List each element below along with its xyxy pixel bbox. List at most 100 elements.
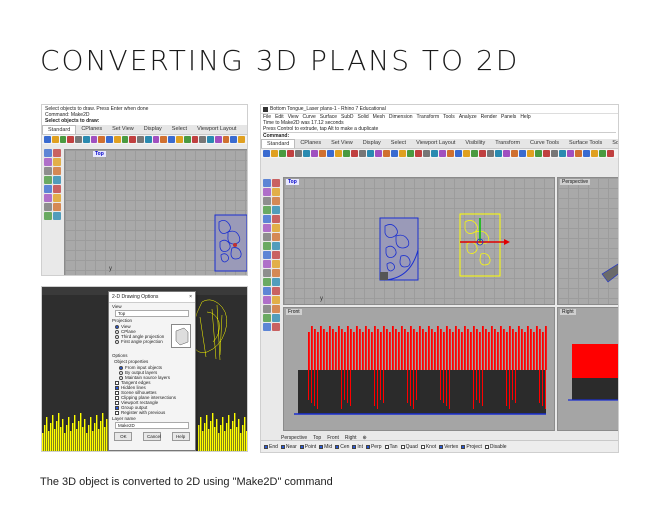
side-tool-icon[interactable] <box>263 188 271 196</box>
toolbar-tool-icon[interactable] <box>487 150 494 157</box>
tab-cplanes[interactable]: CPlanes <box>295 139 326 148</box>
radio-button[interactable] <box>115 324 119 329</box>
osnap-cen[interactable]: Cen <box>335 444 349 450</box>
toolbar-tool-icon[interactable] <box>359 150 366 157</box>
radio-button[interactable] <box>119 370 123 375</box>
side-tool-icon[interactable] <box>44 185 52 193</box>
toolbar-tool-icon[interactable] <box>222 136 230 143</box>
menu-item-mesh[interactable]: Mesh <box>373 114 385 120</box>
viewport-perspective[interactable]: Perspective <box>557 177 618 305</box>
side-tool-icon[interactable] <box>44 149 52 157</box>
toolbar-tool-icon[interactable] <box>471 150 478 157</box>
side-tool-icon[interactable] <box>272 197 280 205</box>
menu-item-transform[interactable]: Transform <box>417 114 440 120</box>
side-tool-icon[interactable] <box>272 287 280 295</box>
radio-button[interactable] <box>119 365 123 370</box>
toolbar-tool-icon[interactable] <box>191 136 199 143</box>
checkbox[interactable] <box>335 444 340 449</box>
checkbox[interactable] <box>384 444 389 449</box>
toolbar-tool-icon[interactable] <box>263 150 270 157</box>
side-tool-icon[interactable] <box>263 305 271 313</box>
side-tool-icon[interactable] <box>272 233 280 241</box>
side-tool-icon[interactable] <box>272 260 280 268</box>
side-tool-icon[interactable] <box>263 278 271 286</box>
osnap-int[interactable]: Int <box>352 444 363 450</box>
toolbar-tool-icon[interactable] <box>113 136 121 143</box>
osnap-knot[interactable]: Knot <box>420 444 436 450</box>
side-tool-icon[interactable] <box>263 260 271 268</box>
menu-item-panels[interactable]: Panels <box>501 114 516 120</box>
toolbar-tool-icon[interactable] <box>399 150 406 157</box>
side-tool-icon[interactable] <box>44 158 52 166</box>
side-tool-icon[interactable] <box>263 269 271 277</box>
toolbar-tool-icon[interactable] <box>479 150 486 157</box>
command-prompt[interactable]: Command: <box>263 132 616 139</box>
radio-button[interactable] <box>115 334 119 339</box>
side-tool-icon[interactable] <box>272 296 280 304</box>
toolbar-tool-icon[interactable] <box>415 150 422 157</box>
toolbar-tool-icon[interactable] <box>238 136 245 143</box>
side-tool-icon[interactable] <box>263 206 271 214</box>
side-tool-icon[interactable] <box>272 323 280 331</box>
tab-standard[interactable]: Standard <box>261 139 296 148</box>
toolbar-tool-icon[interactable] <box>607 150 614 157</box>
osnap-perp[interactable]: Perp <box>365 444 382 450</box>
menu-item-render[interactable]: Render <box>481 114 497 120</box>
toolbar-tool-icon[interactable] <box>599 150 606 157</box>
toolbar-tool-icon[interactable] <box>511 150 518 157</box>
side-tool-icon[interactable] <box>53 185 61 193</box>
toolbar-tool-icon[interactable] <box>311 150 318 157</box>
side-tool-icon[interactable] <box>44 203 52 211</box>
toolbar-tool-icon[interactable] <box>575 150 582 157</box>
viewport-top[interactable]: Top y <box>283 177 555 305</box>
toolbar-tool-icon[interactable] <box>303 150 310 157</box>
toolbar-tool-icon[interactable] <box>271 150 278 157</box>
toolbar-tool-icon[interactable] <box>375 150 382 157</box>
side-tool-icon[interactable] <box>263 242 271 250</box>
toolbar-tool-icon[interactable] <box>495 150 502 157</box>
side-tool-icon[interactable] <box>44 212 52 220</box>
tab-set-view[interactable]: Set View <box>326 139 358 148</box>
checkbox[interactable] <box>365 444 370 449</box>
tab-select[interactable]: Select <box>167 125 192 134</box>
toolbar-tool-icon[interactable] <box>67 136 75 143</box>
tab-select[interactable]: Select <box>386 139 411 148</box>
toolbar-tool-icon[interactable] <box>287 150 294 157</box>
tab-viewport-layout[interactable]: Viewport Layout <box>411 139 460 148</box>
checkbox[interactable] <box>319 444 324 449</box>
toolbar-tool-icon[interactable] <box>535 150 542 157</box>
toolbar-tool-icon[interactable] <box>551 150 558 157</box>
side-tool-icon[interactable] <box>53 158 61 166</box>
top-view-drawings[interactable]: y <box>284 178 556 306</box>
radio-button[interactable] <box>115 339 119 344</box>
checkbox[interactable] <box>115 405 119 410</box>
checkbox[interactable] <box>264 444 268 449</box>
ok-button[interactable]: OK <box>114 432 133 441</box>
command-prompt[interactable]: Select objects to draw: <box>45 118 244 124</box>
checkbox[interactable] <box>115 395 119 400</box>
checkbox[interactable] <box>299 444 304 449</box>
toolbar-tool-icon[interactable] <box>129 136 137 143</box>
toolbar-tool-icon[interactable] <box>176 136 183 143</box>
toolbar-tool-icon[interactable] <box>98 136 106 143</box>
osnap-vertex[interactable]: Vertex <box>439 444 458 450</box>
side-tool-icon[interactable] <box>263 224 271 232</box>
toolbar-tool-icon[interactable] <box>559 150 566 157</box>
toolbar-tool-icon[interactable] <box>423 150 430 157</box>
toolbar-tool-icon[interactable] <box>199 136 207 143</box>
toolbar-tool-icon[interactable] <box>59 136 67 143</box>
toolbar-tool-icon[interactable] <box>121 136 129 143</box>
checkbox[interactable] <box>115 380 119 385</box>
toolbar-tool-icon[interactable] <box>144 136 152 143</box>
side-tool-icon[interactable] <box>44 167 52 175</box>
checkbox[interactable] <box>420 444 425 449</box>
toolbar-tool-icon[interactable] <box>168 136 176 143</box>
side-tool-icon[interactable] <box>53 149 61 157</box>
toolbar-tool-icon[interactable] <box>527 150 534 157</box>
toolbar-tool-icon[interactable] <box>343 150 350 157</box>
tab-solid-tools[interactable]: Solid Tools <box>607 139 618 148</box>
side-tool-icon[interactable] <box>272 242 280 250</box>
radio-button[interactable] <box>115 329 119 334</box>
osnap-point[interactable]: Point <box>299 444 316 450</box>
toolbar-tool-icon[interactable] <box>230 136 238 143</box>
